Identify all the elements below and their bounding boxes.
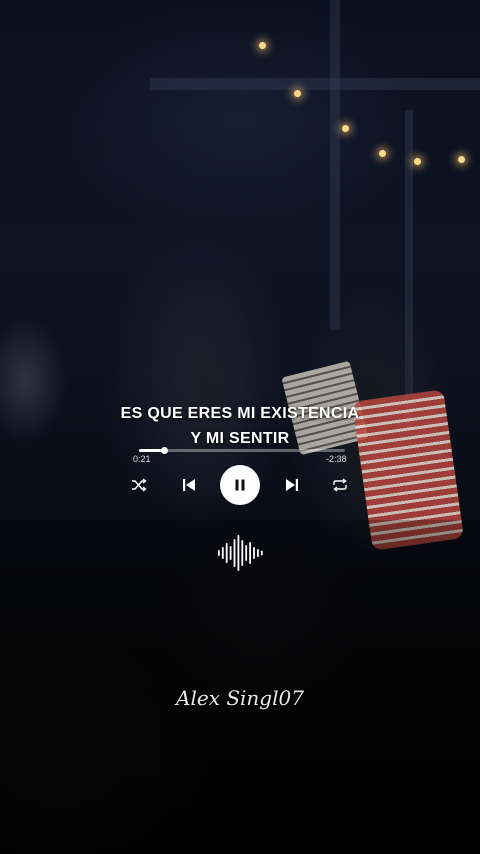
waveform-bar (241, 540, 244, 566)
waveform-bar (225, 543, 228, 563)
waveform-bar (218, 550, 220, 556)
stage-light (379, 150, 386, 157)
waveform-bar (260, 550, 263, 556)
waveform-bar (249, 542, 251, 564)
video-frame: ES QUE ERES MI EXISTENCIA Y MI SENTIR 0:… (0, 0, 480, 854)
waveform-icon (218, 535, 263, 571)
pause-icon (235, 479, 245, 491)
drum-kit (0, 250, 100, 550)
waveform-bar (237, 535, 240, 571)
ceiling-beam (150, 78, 480, 90)
repeat-button[interactable] (330, 475, 350, 495)
shuffle-button[interactable] (129, 475, 149, 495)
waveform-bar (221, 547, 224, 559)
waveform-bar (229, 546, 232, 560)
progress-handle[interactable] (160, 447, 168, 454)
shuffle-icon (132, 478, 147, 492)
waveform-bar (233, 539, 236, 567)
stage-light (259, 42, 266, 49)
previous-button[interactable] (179, 475, 199, 495)
elapsed-time: 0:21 (133, 454, 151, 464)
stage-light (458, 156, 465, 163)
progress-bar[interactable] (139, 447, 345, 454)
stage-light (294, 90, 301, 97)
creator-watermark: Alex Singl07 (176, 686, 304, 710)
waveform-bar (245, 545, 248, 561)
pause-button[interactable] (220, 465, 260, 505)
waveform-bar (257, 549, 259, 557)
repeat-icon (333, 478, 347, 492)
waveform-bar (253, 547, 255, 559)
lyric-line-1: ES QUE ERES MI EXISTENCIA (120, 405, 360, 422)
lyric-line-2: Y MI SENTIR (190, 430, 290, 447)
singer-silhouette (130, 240, 280, 560)
next-button[interactable] (282, 475, 302, 495)
stage-light (414, 158, 421, 165)
remaining-time: -2:38 (326, 454, 347, 464)
next-icon (286, 479, 298, 491)
previous-icon (183, 479, 195, 491)
stage-light (342, 125, 349, 132)
